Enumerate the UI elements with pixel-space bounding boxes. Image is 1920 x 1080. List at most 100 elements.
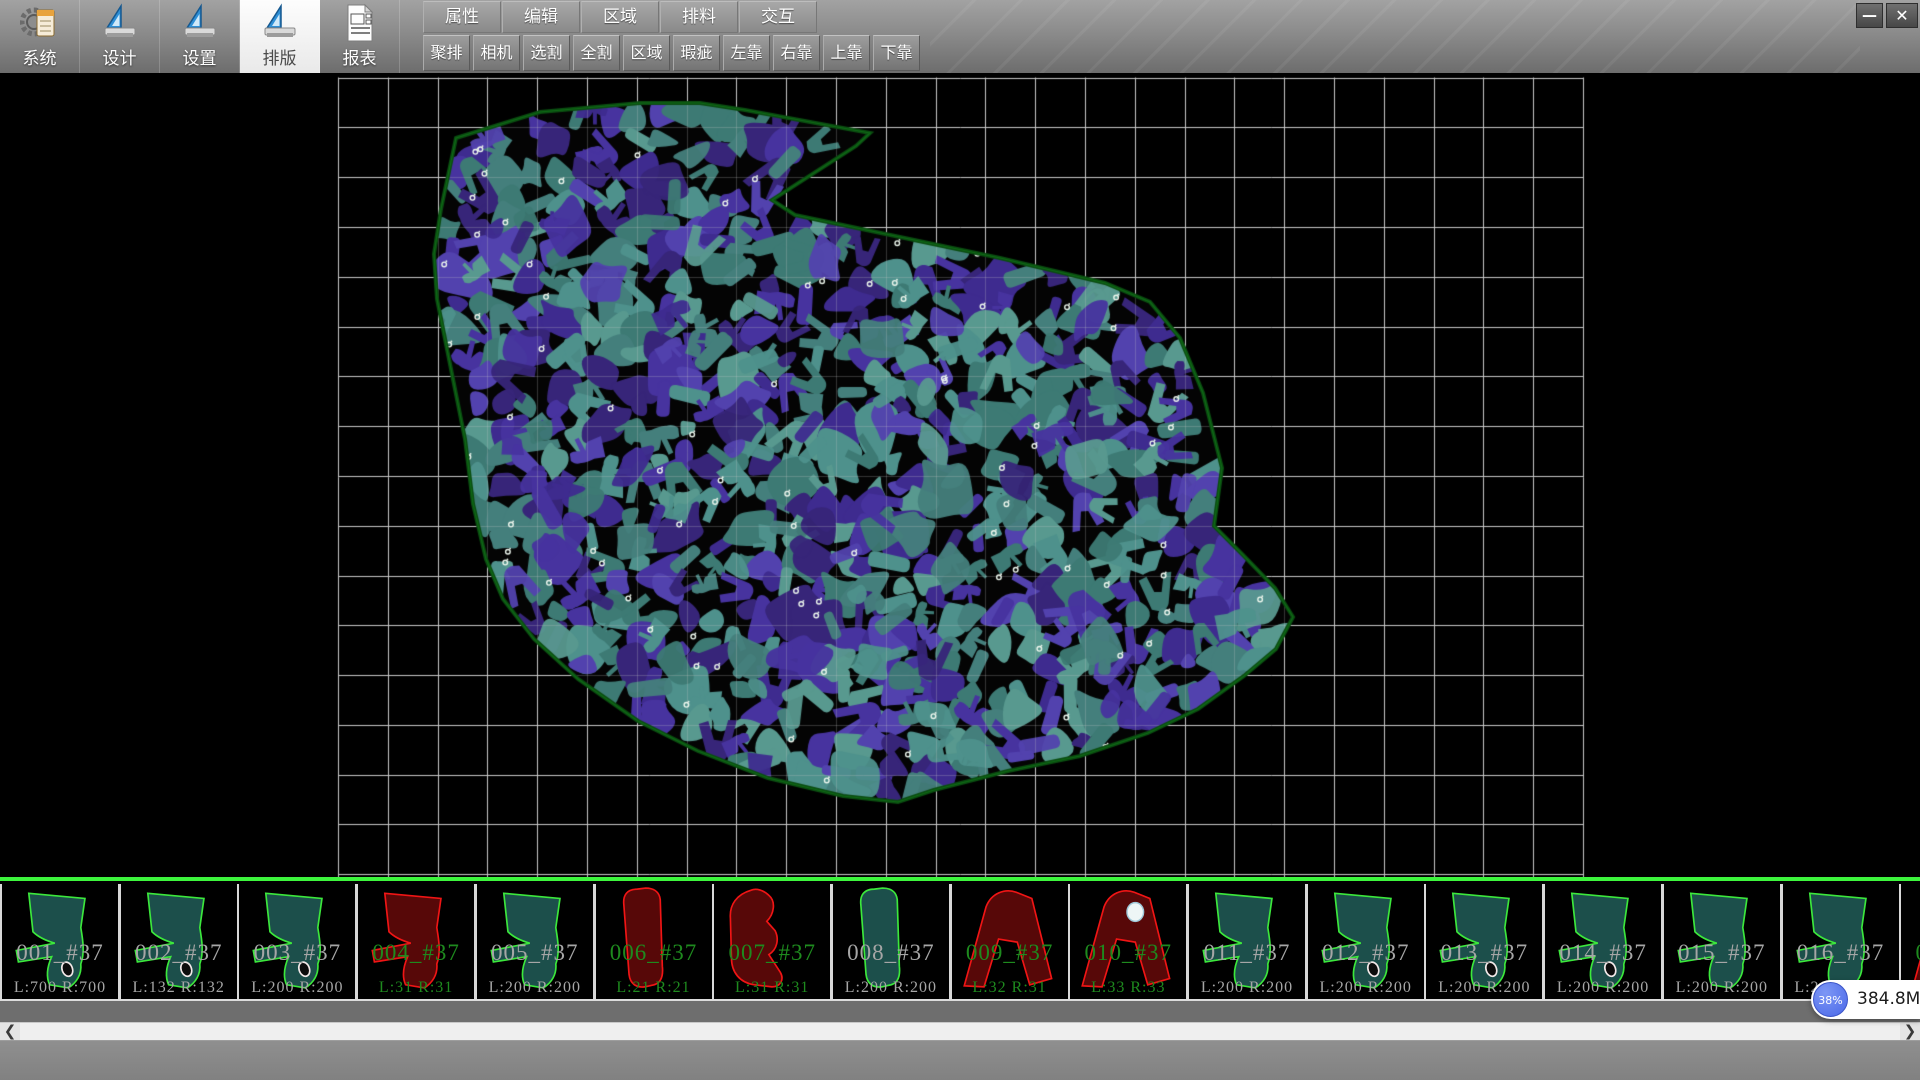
app-button-2[interactable]: 设计: [80, 0, 160, 73]
status-bar: [0, 1040, 1920, 1080]
piece-thumbnail-14[interactable]: 014_#37L:200 R:200: [1545, 884, 1661, 999]
piece-shape: [483, 886, 587, 990]
minimize-button[interactable]: —: [1856, 3, 1883, 28]
progress-badge: 38% 384.8M: [1811, 980, 1920, 1019]
progress-percent-circle: 38%: [1813, 982, 1848, 1017]
piece-thumbnail-8[interactable]: 008_#37L:200 R:200: [833, 884, 949, 999]
piece-lr-count: L:200 R:200: [477, 979, 593, 997]
piece-shape: [8, 886, 112, 990]
tool-button-row: 聚排相机选割全割区域瑕疵左靠右靠上靠下靠: [423, 35, 923, 71]
piece-shape: [127, 886, 231, 990]
piece-label: 006_#37: [596, 940, 712, 966]
piece-thumbnail-panel: 001_#37 L:700 R:700002_#37L:132 R:132003_…: [0, 884, 1920, 1001]
piece-label: 007_#37: [714, 940, 830, 966]
menu-tab-3[interactable]: 区域: [581, 1, 659, 33]
tool-button-3[interactable]: 选割: [523, 35, 570, 71]
scroll-right-arrow[interactable]: ❯: [1900, 1023, 1920, 1041]
piece-shape: [958, 886, 1062, 990]
app-button-label: 设置: [160, 44, 239, 69]
piece-thumbnail-1[interactable]: 001_#37 L:700 R:700: [2, 884, 118, 999]
menu-tab-4[interactable]: 排料: [660, 1, 738, 33]
piece-thumbnail-2[interactable]: 002_#37L:132 R:132: [121, 884, 237, 999]
piece-thumbnail-12[interactable]: 012_#37 L:200 R:200: [1308, 884, 1424, 999]
piece-label: 017_#37: [1901, 940, 1920, 966]
app-button-4[interactable]: 排版: [240, 0, 320, 73]
piece-thumbnail-5[interactable]: 005_#37 L:200 R:200: [477, 884, 593, 999]
close-button[interactable]: ✕: [1886, 3, 1918, 28]
piece-thumbnail-11[interactable]: 011_#37 L:200 R:200: [1189, 884, 1305, 999]
app-button-1[interactable]: 系统: [0, 0, 80, 73]
piece-label: 001_#37: [2, 940, 118, 966]
piece-lr-count: L:200 R:200: [1189, 979, 1305, 997]
piece-shape: [1907, 886, 1920, 990]
piece-label: 014_#37: [1545, 940, 1661, 966]
piece-thumbnail-3[interactable]: 003_#37 L:200 R:200: [239, 884, 355, 999]
piece-label: 004_#37: [358, 940, 474, 966]
tool-button-5[interactable]: 区域: [623, 35, 670, 71]
menu-tab-row: 属性编辑区域排料交互: [423, 1, 818, 33]
piece-label: 012_#37: [1308, 940, 1424, 966]
tool-button-10[interactable]: 下靠: [873, 35, 920, 71]
piece-lr-count: L:31 R:31: [358, 979, 474, 997]
piece-label: 010_#37: [1070, 940, 1186, 966]
tool-button-7[interactable]: 左靠: [723, 35, 770, 71]
tool-button-9[interactable]: 上靠: [823, 35, 870, 71]
app-button-3[interactable]: 设置: [160, 0, 240, 73]
piece-thumbnail-13[interactable]: 013_#37 L:200 R:200: [1426, 884, 1542, 999]
nesting-canvas[interactable]: [0, 73, 1920, 877]
set-square-icon: [240, 3, 319, 43]
piece-lr-count: L:200 R:200: [1664, 979, 1780, 997]
tool-button-6[interactable]: 瑕疵: [673, 35, 720, 71]
piece-shape: [1076, 886, 1180, 990]
app-button-5[interactable]: 报表: [320, 0, 400, 73]
piece-shape: [1195, 886, 1299, 990]
piece-lr-count: L:32 R:31: [952, 979, 1068, 997]
piece-shape: [602, 886, 706, 990]
piece-shape: [1670, 886, 1774, 990]
piece-shape: [1432, 886, 1536, 990]
piece-label: 013_#37: [1426, 940, 1542, 966]
piece-thumbnail-15[interactable]: 015_#37 L:200 R:200: [1664, 884, 1780, 999]
piece-thumbnail-10[interactable]: 010_#37L:33 R:33: [1070, 884, 1186, 999]
report-doc-icon: [320, 3, 399, 43]
tool-button-1[interactable]: 聚排: [423, 35, 470, 71]
panel-footer-band: [0, 1001, 1920, 1022]
piece-thumbnail-4[interactable]: 004_#37 L:31 R:31: [358, 884, 474, 999]
piece-shape: [720, 886, 824, 990]
piece-shape: [1789, 886, 1893, 990]
app-window: 系统设计设置排版报表 属性编辑区域排料交互 聚排相机选割全割区域瑕疵左靠右靠上靠…: [0, 0, 1920, 1080]
piece-thumbnail-9[interactable]: 009_#37 L:32 R:31: [952, 884, 1068, 999]
menu-tab-1[interactable]: 属性: [423, 1, 501, 33]
piece-shape: [364, 886, 468, 990]
piece-lr-count: L:200 R:200: [1308, 979, 1424, 997]
app-button-label: 排版: [240, 44, 319, 69]
piece-shape: [1314, 886, 1418, 990]
piece-label: 005_#37: [477, 940, 593, 966]
scroll-left-arrow[interactable]: ❮: [0, 1023, 20, 1041]
titlebar-texture: [930, 0, 1860, 73]
piece-label: 015_#37: [1664, 940, 1780, 966]
tool-button-4[interactable]: 全割: [573, 35, 620, 71]
horizontal-scrollbar[interactable]: ❮ ❯: [0, 1022, 1920, 1040]
piece-label: 003_#37: [239, 940, 355, 966]
piece-thumbnail-7[interactable]: 007_#37L:31 R:31: [714, 884, 830, 999]
set-square-icon: [160, 3, 239, 43]
menu-tab-5[interactable]: 交互: [739, 1, 817, 33]
piece-lr-count: L:21 R:21: [596, 979, 712, 997]
memory-usage-label: 384.8M: [1857, 989, 1920, 1009]
piece-lr-count: L:700 R:700: [2, 979, 118, 997]
piece-shape: [245, 886, 349, 990]
piece-lr-count: L:200 R:200: [1426, 979, 1542, 997]
set-square-icon: [80, 3, 159, 43]
piece-label: 016_#37: [1783, 940, 1899, 966]
piece-thumbnail-6[interactable]: 006_#37 L:21 R:21: [596, 884, 712, 999]
piece-label: 009_#37: [952, 940, 1068, 966]
tool-button-2[interactable]: 相机: [473, 35, 520, 71]
menu-tab-2[interactable]: 编辑: [502, 1, 580, 33]
app-button-label: 系统: [0, 44, 79, 69]
main-toolbar: 系统设计设置排版报表 属性编辑区域排料交互 聚排相机选割全割区域瑕疵左靠右靠上靠…: [0, 0, 1920, 73]
piece-lr-count: L:200 R:200: [239, 979, 355, 997]
tool-button-8[interactable]: 右靠: [773, 35, 820, 71]
piece-label: 011_#37: [1189, 940, 1305, 966]
system-gear-icon: [0, 3, 79, 43]
